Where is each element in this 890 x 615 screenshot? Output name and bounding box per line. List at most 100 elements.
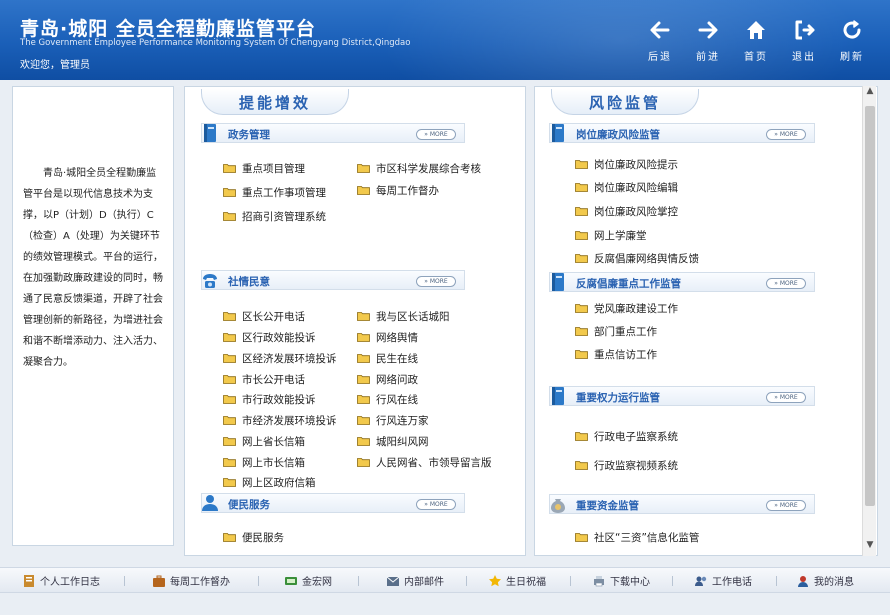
link-weekly-supervision[interactable]: 每周工作督办 xyxy=(357,182,439,198)
mail-icon xyxy=(386,574,400,588)
link-development-assessment[interactable]: 市区科学发展综合考核 xyxy=(357,160,481,176)
exit-icon xyxy=(786,18,822,46)
link-department-key-work[interactable]: 部门重点工作 xyxy=(575,323,657,339)
more-button-convenience-service[interactable]: » MORE xyxy=(416,499,456,510)
link-risk-prompt[interactable]: 岗位廉政风险提示 xyxy=(575,156,678,172)
footer-separator xyxy=(776,576,777,586)
link-risk-edit[interactable]: 岗位廉政风险编辑 xyxy=(575,179,678,195)
link-talk-with-mayor[interactable]: 我与区长话城阳 xyxy=(357,308,450,324)
scroll-thumb[interactable] xyxy=(865,106,875,506)
network-icon xyxy=(284,574,298,588)
section-title-power-operation: 重要权力运行监管 xyxy=(576,392,660,404)
link-city-efficiency-complaint[interactable]: 市行政效能投诉 xyxy=(223,391,316,407)
link-party-integrity-building[interactable]: 党风廉政建设工作 xyxy=(575,300,678,316)
section-power-operation: 重要权力运行监管 » MORE xyxy=(549,386,815,406)
link-city-economic-complaint[interactable]: 市经济发展环境投诉 xyxy=(223,412,337,428)
link-district-economic-complaint[interactable]: 区经济发展环境投诉 xyxy=(223,350,337,366)
refresh-button[interactable]: 刷新 xyxy=(834,18,870,63)
forward-label: 前进 xyxy=(696,52,720,63)
link-risk-control[interactable]: 岗位廉政风险掌控 xyxy=(575,203,678,219)
footer-birthday-wishes[interactable]: 生日祝福 xyxy=(488,573,546,588)
folder-icon xyxy=(223,394,236,404)
folder-icon xyxy=(223,353,236,363)
link-investment-attraction[interactable]: 招商引资管理系统 xyxy=(223,208,326,224)
home-button[interactable]: 首页 xyxy=(738,18,774,63)
folder-icon xyxy=(357,332,370,342)
link-electronic-supervision[interactable]: 行政电子监察系统 xyxy=(575,428,678,444)
link-key-project-management[interactable]: 重点项目管理 xyxy=(223,160,305,176)
link-chengyang-rectification[interactable]: 城阳纠风网 xyxy=(357,433,429,449)
book-icon xyxy=(549,271,567,293)
link-city-mayor-hotline[interactable]: 市长公开电话 xyxy=(223,371,305,387)
back-button[interactable]: 后退 xyxy=(642,18,678,63)
section-convenience-service: 便民服务 » MORE xyxy=(201,493,465,513)
welcome-text: 欢迎您，管理员 xyxy=(20,60,90,71)
footer-internal-mail[interactable]: 内部邮件 xyxy=(386,573,444,588)
folder-icon xyxy=(223,457,236,467)
footer-jinhong-net[interactable]: 金宏网 xyxy=(284,573,332,588)
folder-icon xyxy=(223,436,236,446)
folder-icon xyxy=(357,185,370,195)
refresh-label: 刷新 xyxy=(840,52,864,63)
folder-icon xyxy=(575,230,588,240)
folder-icon xyxy=(575,349,588,359)
footer-work-phone[interactable]: 工作电话 xyxy=(694,573,752,588)
link-city-mayor-mailbox[interactable]: 网上市长信箱 xyxy=(223,454,305,470)
folder-icon xyxy=(223,211,236,221)
footer-download-center[interactable]: 下载中心 xyxy=(592,573,650,588)
book-icon xyxy=(549,122,567,144)
folder-icon xyxy=(575,532,588,542)
folder-icon xyxy=(575,326,588,336)
link-online-integrity-school[interactable]: 网上学廉堂 xyxy=(575,227,647,243)
link-video-supervision[interactable]: 行政监察视频系统 xyxy=(575,457,678,473)
exit-button[interactable]: 退出 xyxy=(786,18,822,63)
section-public-opinion: 社情民意 » MORE xyxy=(201,270,465,290)
more-button-government-affairs[interactable]: » MORE xyxy=(416,129,456,140)
more-button-public-opinion[interactable]: » MORE xyxy=(416,276,456,287)
link-convenience-service[interactable]: 便民服务 xyxy=(223,529,284,545)
link-conduct-online[interactable]: 行风在线 xyxy=(357,391,418,407)
more-button-post-risk[interactable]: » MORE xyxy=(766,129,806,140)
footer-weekly-supervision[interactable]: 每周工作督办 xyxy=(152,573,230,588)
section-title-government-affairs: 政务管理 xyxy=(228,129,270,141)
more-button-fund-supervision[interactable]: » MORE xyxy=(766,500,806,511)
link-community-three-assets[interactable]: 社区“三资”信息化监管 xyxy=(575,529,699,545)
home-label: 首页 xyxy=(744,52,768,63)
section-fund-supervision: 重要资金监管 » MORE xyxy=(549,494,815,514)
link-district-efficiency-complaint[interactable]: 区行政效能投诉 xyxy=(223,329,316,345)
forward-button[interactable]: 前进 xyxy=(690,18,726,63)
link-peoples-net-message-board[interactable]: 人民网省、市领导留言版 xyxy=(357,454,492,470)
link-district-mayor-hotline[interactable]: 区长公开电话 xyxy=(223,308,305,324)
more-button-anticorruption-key-work[interactable]: » MORE xyxy=(766,278,806,289)
link-online-politics[interactable]: 网络问政 xyxy=(357,371,418,387)
vertical-scrollbar[interactable]: ▲ ▼ xyxy=(862,86,876,556)
footer-separator xyxy=(466,576,467,586)
scroll-up-arrow-icon[interactable]: ▲ xyxy=(863,86,877,102)
scroll-down-arrow-icon[interactable]: ▼ xyxy=(863,540,877,556)
folder-icon xyxy=(223,415,236,425)
link-district-government-mailbox[interactable]: 网上区政府信箱 xyxy=(223,474,316,490)
risk-panel: 风险监管 岗位廉政风险监管 » MORE 岗位廉政风险提示 岗位廉政风险编辑 岗… xyxy=(534,86,878,556)
link-provincial-governor-mailbox[interactable]: 网上省长信箱 xyxy=(223,433,305,449)
footer-toolbar: 个人工作日志 每周工作督办 金宏网 内部邮件 生日祝福 下载中心 工作电话 我的… xyxy=(0,567,890,593)
folder-icon xyxy=(223,532,236,542)
folder-icon xyxy=(357,374,370,384)
link-livelihood-online[interactable]: 民生在线 xyxy=(357,350,418,366)
footer-my-messages[interactable]: 我的消息 xyxy=(796,573,854,588)
person-icon xyxy=(201,492,219,514)
book-icon xyxy=(549,385,567,407)
link-key-work-matters[interactable]: 重点工作事项管理 xyxy=(223,184,326,200)
folder-icon xyxy=(223,187,236,197)
folder-icon xyxy=(575,159,588,169)
footer-personal-log[interactable]: 个人工作日志 xyxy=(22,573,100,588)
folder-icon xyxy=(575,303,588,313)
back-label: 后退 xyxy=(648,52,672,63)
link-key-petition-work[interactable]: 重点信访工作 xyxy=(575,346,657,362)
footer-separator xyxy=(358,576,359,586)
link-conduct-households[interactable]: 行风连万家 xyxy=(357,412,429,428)
notebook-icon xyxy=(22,574,36,588)
more-button-power-operation[interactable]: » MORE xyxy=(766,392,806,403)
link-anticorruption-opinion-feedback[interactable]: 反腐倡廉网络舆情反馈 xyxy=(575,250,699,266)
link-internet-opinion[interactable]: 网络舆情 xyxy=(357,329,418,345)
section-title-public-opinion: 社情民意 xyxy=(228,276,270,288)
